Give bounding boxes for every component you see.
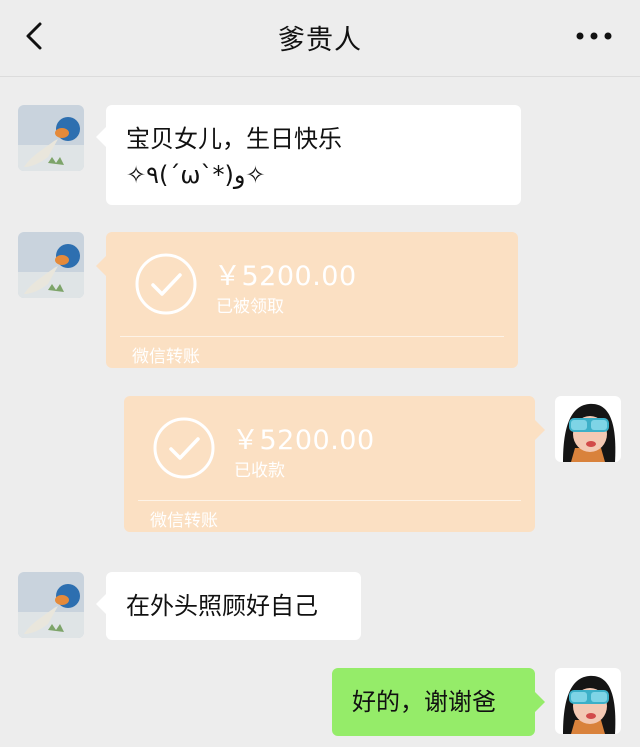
transfer-status: 已收款 <box>234 461 285 481</box>
message-text: 好的，谢谢爸 <box>352 688 496 716</box>
contact-avatar[interactable] <box>18 572 84 638</box>
message-text: 宝贝女儿，生日快乐 <box>126 125 342 153</box>
contact-avatar[interactable] <box>18 105 84 171</box>
duck-avatar-icon <box>18 105 84 171</box>
self-avatar[interactable] <box>555 668 621 734</box>
divider <box>120 336 504 337</box>
transfer-footer: 微信转账 <box>150 511 218 531</box>
transfer-status: 已被领取 <box>216 297 284 317</box>
duck-avatar-icon <box>18 232 84 298</box>
check-circle-icon <box>153 417 215 479</box>
transfer-card[interactable]: ￥5200.00 已收款 微信转账 <box>124 396 545 532</box>
message-text-emoticon: ✧٩(ˊωˋ*)و✧ <box>126 161 266 189</box>
transfer-footer: 微信转账 <box>132 347 200 367</box>
transfer-card[interactable]: ￥5200.00 已被领取 微信转账 <box>96 232 518 368</box>
divider <box>138 500 521 501</box>
chat-header: 爹贵人 <box>0 0 640 77</box>
girl-avatar-icon <box>555 396 621 462</box>
message-text: 在外头照顾好自己 <box>126 592 318 620</box>
contact-avatar[interactable] <box>18 232 84 298</box>
transfer-amount: ￥5200.00 <box>214 261 357 292</box>
girl-avatar-icon <box>555 668 621 734</box>
chat-title: 爹贵人 <box>278 25 362 56</box>
message-bubble-self[interactable]: 好的，谢谢爸 <box>332 668 545 736</box>
message-bubble[interactable]: 宝贝女儿，生日快乐 ✧٩(ˊωˋ*)و✧ <box>96 105 521 205</box>
message-bubble[interactable]: 在外头照顾好自己 <box>96 572 361 640</box>
duck-avatar-icon <box>18 572 84 638</box>
more-dots-icon[interactable] <box>574 28 614 44</box>
self-avatar[interactable] <box>555 396 621 462</box>
transfer-amount: ￥5200.00 <box>232 425 375 456</box>
check-circle-icon <box>135 253 197 315</box>
